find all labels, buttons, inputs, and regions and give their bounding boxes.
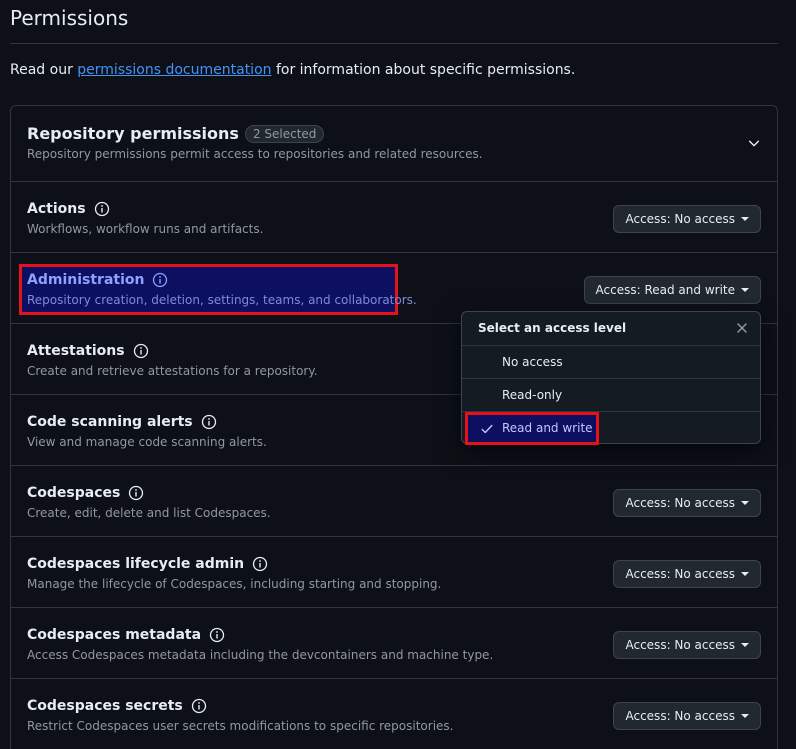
permission-title: Attestations — [27, 343, 125, 359]
dropdown-option-no-access[interactable]: No access — [462, 346, 760, 379]
permission-row-codespaces-secrets: Codespaces secrets Restrict Codespaces u… — [11, 678, 777, 749]
permission-row-codespaces-metadata: Codespaces metadata Access Codespaces me… — [11, 607, 777, 678]
dropdown-title: Select an access level — [478, 321, 627, 335]
info-icon[interactable] — [191, 698, 207, 714]
repository-permissions-description: Repository permissions permit access to … — [27, 147, 483, 161]
info-icon[interactable] — [201, 414, 217, 430]
check-icon — [481, 424, 493, 434]
permission-description: Repository creation, deletion, settings,… — [27, 293, 417, 307]
permission-title: Administration — [27, 272, 145, 288]
intro-after: for information about specific permissio… — [271, 62, 576, 78]
access-level-label: Access: No access — [625, 638, 735, 652]
permission-row-codespaces-lifecycle-admin: Codespaces lifecycle admin Manage the li… — [11, 536, 777, 607]
repository-permissions-header[interactable]: Repository permissions 2 Selected Reposi… — [11, 106, 777, 182]
close-icon[interactable] — [734, 320, 750, 336]
caret-down-icon — [741, 572, 749, 576]
permission-row-codespaces: Codespaces Create, edit, delete and list… — [11, 465, 777, 536]
intro-before: Read our — [10, 62, 78, 78]
permission-title: Actions — [27, 201, 86, 217]
access-level-button-codespaces[interactable]: Access: No access — [613, 489, 761, 517]
intro-text: Read our permissions documentation for i… — [10, 62, 575, 78]
access-level-button-actions[interactable]: Access: No access — [613, 205, 761, 233]
info-icon[interactable] — [252, 556, 268, 572]
info-icon[interactable] — [128, 485, 144, 501]
info-icon[interactable] — [94, 201, 110, 217]
info-icon[interactable] — [152, 272, 168, 288]
dropdown-option-read-only[interactable]: Read-only — [462, 379, 760, 412]
permission-title: Codespaces lifecycle admin — [27, 556, 245, 572]
info-icon[interactable] — [209, 627, 225, 643]
repository-permissions-title: Repository permissions — [27, 124, 239, 143]
caret-down-icon — [741, 643, 749, 647]
permissions-documentation-link[interactable]: permissions documentation — [77, 62, 271, 78]
page-title: Permissions — [10, 6, 129, 30]
access-level-label: Access: No access — [625, 212, 735, 226]
access-level-label: Access: No access — [625, 567, 735, 581]
chevron-down-icon[interactable] — [747, 136, 761, 150]
caret-down-icon — [741, 217, 749, 221]
permission-title: Codespaces — [27, 485, 121, 501]
access-level-button-codespaces-lifecycle-admin[interactable]: Access: No access — [613, 560, 761, 588]
title-divider — [10, 43, 778, 44]
selected-counter-badge: 2 Selected — [244, 124, 325, 143]
option-label: No access — [502, 355, 563, 369]
caret-down-icon — [741, 714, 749, 718]
permission-row-actions: Actions Workflows, workflow runs and art… — [11, 181, 777, 252]
access-level-dropdown: Select an access level No access Read-on… — [461, 311, 761, 445]
permission-title: Codespaces metadata — [27, 627, 202, 643]
permission-title: Codespaces secrets — [27, 698, 183, 714]
dropdown-header: Select an access level — [462, 312, 760, 346]
info-icon[interactable] — [133, 343, 149, 359]
option-label: Read-only — [502, 388, 563, 402]
dropdown-option-read-and-write[interactable]: Read and write — [462, 412, 760, 445]
option-label: Read and write — [502, 421, 593, 435]
access-level-label: Access: No access — [625, 709, 735, 723]
access-level-button-codespaces-secrets[interactable]: Access: No access — [613, 702, 761, 730]
access-level-button-codespaces-metadata[interactable]: Access: No access — [613, 631, 761, 659]
access-level-label: Access: No access — [625, 496, 735, 510]
caret-down-icon — [741, 501, 749, 505]
permission-title: Code scanning alerts — [27, 414, 193, 430]
